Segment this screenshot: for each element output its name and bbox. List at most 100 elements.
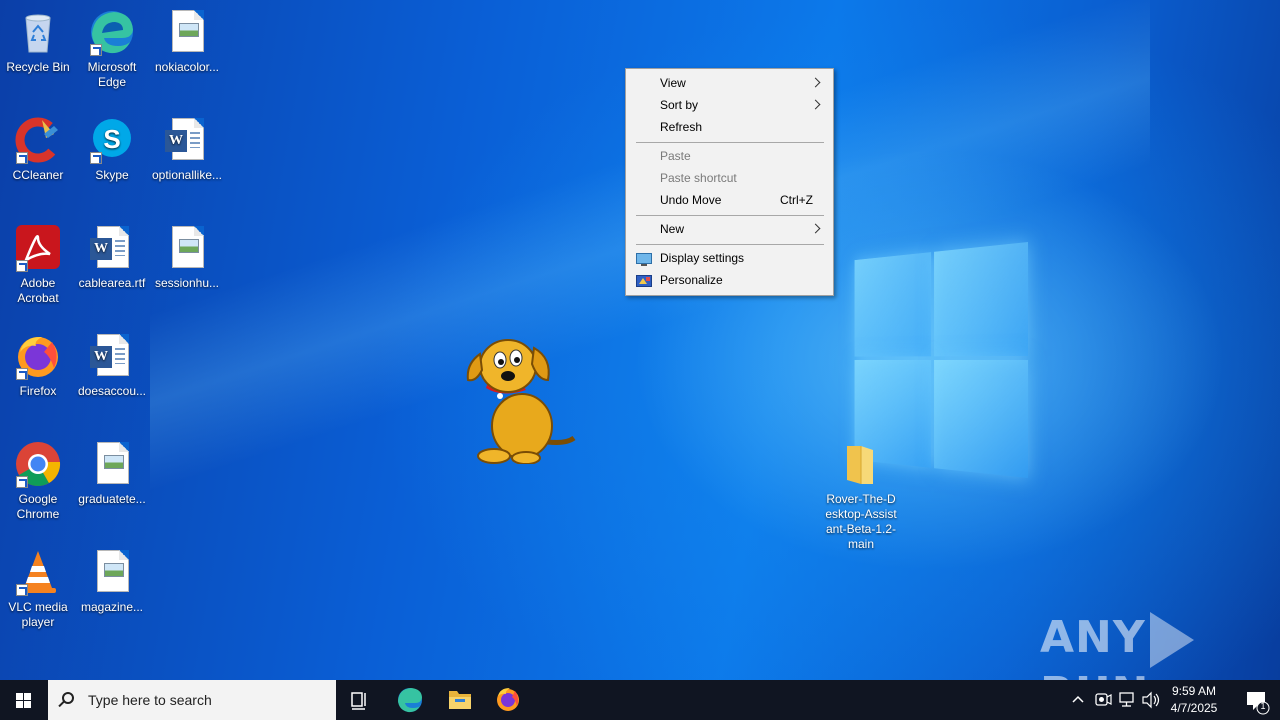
network-icon [1119,692,1134,707]
taskbar-edge-button[interactable] [386,680,434,720]
tray-volume-button[interactable] [1140,680,1162,720]
desktop-context-menu: View Sort by Refresh Paste Paste shortcu… [625,68,834,296]
icon-label: graduatete... [78,492,146,506]
desktop-icon-microsoft-edge[interactable]: Microsoft Edge [74,8,150,90]
skype-icon: S [88,116,136,164]
taskbar: Type here to search 9:59 AM 4/7/2025 1 [0,680,1280,720]
menu-item-label: Sort by [660,98,699,112]
menu-item-undo-move[interactable]: Undo Move Ctrl+Z [628,189,831,211]
menu-item-label: Personalize [660,273,723,287]
desktop-icon-doesaccou[interactable]: W doesaccou... [74,332,150,399]
firefox-icon [14,332,62,380]
firefox-icon [497,688,519,711]
menu-item-shortcut: Ctrl+Z [780,193,813,207]
rover-dog-assistant[interactable] [462,334,576,465]
chevron-right-icon [810,223,821,234]
menu-item-sort-by[interactable]: Sort by [628,94,831,116]
desktop-icon-adobe-acrobat[interactable]: Adobe Acrobat [0,224,76,306]
taskbar-search-box[interactable]: Type here to search [48,680,336,720]
icon-label: Skype [95,168,129,182]
menu-item-personalize[interactable]: Personalize [628,269,831,291]
menu-item-label: Paste shortcut [660,171,737,185]
desktop-icon-google-chrome[interactable]: Google Chrome [0,440,76,522]
desktop-icon-ccleaner[interactable]: CCleaner [0,116,76,183]
action-center-button[interactable]: 1 [1236,680,1276,720]
taskbar-clock[interactable]: 9:59 AM 4/7/2025 [1160,683,1228,717]
personalize-icon [636,273,652,287]
desktop-icon-optionallike[interactable]: W optionallike... [149,116,225,183]
desktop-icon-cablearea[interactable]: W cablearea.rtf [74,224,150,291]
icon-label: cablearea.rtf [78,276,146,290]
acrobat-icon [14,224,62,272]
search-placeholder: Type here to search [88,692,212,708]
menu-item-label: Paste [660,149,691,163]
edge-icon [398,688,422,713]
menu-separator [636,244,824,245]
chevron-right-icon [810,77,821,88]
desktop-icon-recycle-bin[interactable]: Recycle Bin [0,8,76,75]
icon-label: Adobe Acrobat [17,276,59,305]
icon-label: Rover-The-Desktop-Assistant-Beta-1.2-mai… [825,492,897,551]
desktop-icon-firefox[interactable]: Firefox [0,332,76,399]
desktop-icon-sessionhu[interactable]: sessionhu... [149,224,225,291]
tray-overflow-button[interactable] [1068,680,1088,720]
tray-meet-now-button[interactable] [1092,680,1114,720]
task-view-button[interactable] [336,680,384,720]
ccleaner-icon [14,116,62,164]
anyrun-watermark: ANYRUN [1040,612,1280,680]
volume-icon [1142,691,1160,709]
clock-date: 4/7/2025 [1170,701,1218,715]
svg-text:S: S [103,124,120,154]
icon-label: Recycle Bin [6,60,70,74]
taskbar-file-explorer-button[interactable] [436,680,484,720]
menu-item-paste-shortcut: Paste shortcut [628,167,831,189]
menu-item-label: Refresh [660,120,703,134]
display-settings-icon [636,251,652,266]
image-file-icon [88,440,136,488]
icon-label: Firefox [19,384,57,398]
start-button[interactable] [0,680,48,720]
menu-item-refresh[interactable]: Refresh [628,116,831,138]
desktop-icon-skype[interactable]: S Skype [74,116,150,183]
image-file-icon [88,548,136,596]
menu-item-label: Display settings [660,251,745,265]
menu-item-new[interactable]: New [628,218,831,240]
menu-item-view[interactable]: View [628,72,831,94]
clock-time: 9:59 AM [1171,684,1217,698]
notification-icon [1247,692,1270,715]
image-file-icon [163,224,211,272]
taskbar-firefox-button[interactable] [484,680,532,720]
word-document-icon: W [88,224,136,272]
icon-label: CCleaner [12,168,64,182]
notification-count-badge: 1 [1260,701,1266,711]
image-file-icon [163,8,211,56]
chevron-right-icon [810,99,821,110]
recycle-bin-icon [14,8,62,56]
meet-now-icon [1095,693,1112,706]
icon-label: VLC media player [8,600,68,629]
desktop-icon-rover-folder[interactable]: Rover-The-Desktop-Assistant-Beta-1.2-mai… [823,440,899,552]
vlc-icon [14,548,62,596]
desktop-icon-graduatete[interactable]: graduatete... [74,440,150,507]
menu-separator [636,215,824,216]
word-document-icon: W [163,116,211,164]
task-view-icon [351,692,366,710]
windows-start-icon [16,693,32,708]
menu-item-label: Undo Move [660,193,722,207]
icon-label: doesaccou... [77,384,147,398]
desktop-icon-magazine[interactable]: magazine... [74,548,150,615]
menu-item-label: New [660,222,685,236]
file-explorer-icon [449,691,471,709]
menu-item-paste: Paste [628,145,831,167]
desktop-icon-nokiacolor[interactable]: nokiacolor... [149,8,225,75]
folder-icon [837,440,885,488]
word-document-icon: W [88,332,136,380]
menu-separator [636,142,824,143]
menu-item-display-settings[interactable]: Display settings [628,247,831,269]
icon-label: Microsoft Edge [87,60,137,89]
icon-label: Google Chrome [16,492,60,521]
desktop-icon-vlc[interactable]: VLC media player [0,548,76,630]
tray-network-button[interactable] [1116,680,1138,720]
menu-item-label: View [660,76,686,90]
chrome-icon [14,440,62,488]
